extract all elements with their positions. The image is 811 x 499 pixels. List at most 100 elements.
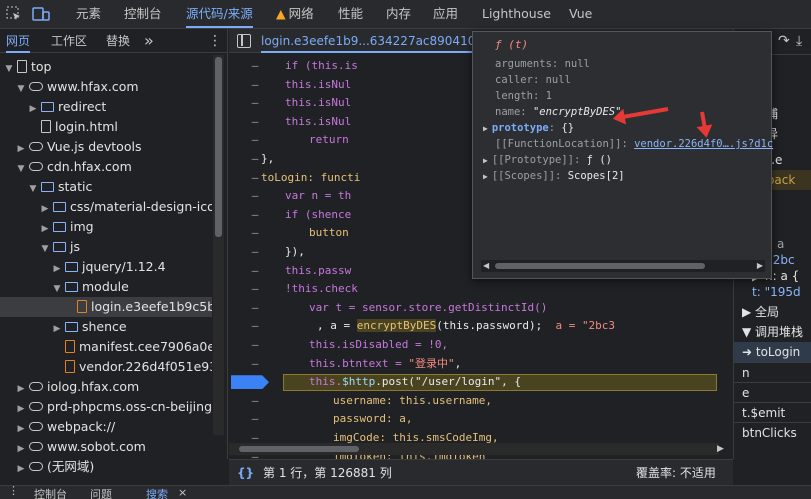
disclosure-triangle-icon[interactable]: ▼ (16, 159, 26, 177)
tree-item[interactable]: ▶ prd-phpcms.oss-cn-beijing.a (0, 397, 212, 417)
debugger-panel-row[interactable]: ▶ 全局 (734, 302, 811, 322)
disclosure-triangle-icon[interactable]: ▼ (52, 279, 62, 297)
navigator-scrollbar[interactable] (213, 55, 224, 435)
drawer-tab-console[interactable]: 控制台 (34, 486, 67, 499)
tree-item[interactable]: ▼ js (0, 237, 212, 257)
tree-item[interactable]: ▶ css/material-design-icor (0, 197, 212, 217)
disclosure-triangle-icon[interactable]: ▶ (16, 399, 26, 417)
editor-hscrollbar[interactable]: ▶ (229, 443, 724, 455)
tab-page[interactable]: 网页 (6, 29, 31, 53)
devtools-tab[interactable]: 元素 (76, 0, 101, 28)
pretty-print-icon[interactable]: {} (237, 460, 254, 486)
disclosure-triangle-icon[interactable]: ▼ (4, 59, 14, 77)
tree-item[interactable]: ▶ img (0, 217, 212, 237)
breakpoint-marker[interactable] (231, 375, 269, 390)
expand-triangle-icon[interactable]: ▶ (483, 172, 488, 181)
disclosure-triangle-icon[interactable]: ▶ (16, 379, 26, 397)
debugger-panel-row[interactable]: btnClicks (734, 422, 811, 442)
tree-item[interactable]: login.e3eefe1b9c5b (0, 297, 212, 317)
popover-property[interactable]: length: 1 (495, 88, 552, 104)
debugger-panel-row[interactable]: ▼ 调用堆栈 (734, 322, 811, 342)
tab-overrides[interactable]: 替换 (106, 29, 130, 53)
kebab-menu-icon[interactable]: ⋮ (208, 29, 222, 53)
tree-item-label: www.sobot.com (47, 439, 146, 454)
popover-property[interactable]: ▶ [[Scopes]]: Scopes[2] (483, 168, 625, 184)
popover-property[interactable]: caller: null (495, 72, 571, 88)
step-over-icon[interactable]: ↷ (778, 33, 790, 49)
tree-item[interactable]: ▼ top (0, 57, 212, 77)
popover-scrollbar[interactable]: ◀ ▶ (481, 260, 765, 272)
tree-item[interactable]: ▶ www.sobot.com (0, 437, 212, 457)
tree-item[interactable]: ▶ shence (0, 317, 212, 337)
disclosure-triangle-icon[interactable]: ▶ (52, 319, 62, 337)
disclosure-triangle-icon[interactable]: ▶ (16, 419, 26, 437)
inspect-element-icon[interactable] (6, 6, 24, 24)
tree-item[interactable]: ▶ iolog.hfax.com (0, 377, 212, 397)
expand-triangle-icon[interactable]: ▶ (483, 156, 488, 165)
more-tabs-icon[interactable]: » (144, 29, 154, 53)
devtools-tab[interactable]: 源代码/来源 (186, 0, 253, 28)
step-into-icon[interactable]: ⤓ (796, 33, 802, 49)
devtools-tab[interactable]: 应用 (433, 0, 458, 28)
scroll-right-icon[interactable]: ▶ (757, 260, 763, 272)
popover-property[interactable]: name: "encryptByDES" (495, 104, 621, 120)
disclosure-triangle-icon[interactable]: ▼ (28, 179, 38, 197)
scroll-left-icon[interactable]: ◀ (483, 260, 489, 272)
debugger-panel-row[interactable]: t: "195d (734, 282, 811, 302)
function-location-link[interactable]: vendor.226d4f0….js?d1c (634, 138, 773, 150)
device-toolbar-icon[interactable] (32, 6, 50, 24)
devtools-tab[interactable]: Vue (569, 0, 592, 28)
tree-item[interactable]: vendor.226d4f051e93 (0, 357, 212, 377)
tree-item[interactable]: ▼ module (0, 277, 212, 297)
cloud-icon (29, 82, 43, 91)
debugger-panel-row[interactable]: n (734, 362, 811, 382)
devtools-tab[interactable]: 控制台 (124, 0, 162, 28)
disclosure-triangle-icon[interactable]: ▶ (40, 219, 50, 237)
editor-file-tab[interactable]: login.e3eefe1b9...634227ac890410 (261, 29, 476, 53)
disclosure-triangle-icon[interactable]: ▶ (28, 99, 38, 117)
expand-triangle-icon[interactable]: ▶ (483, 124, 488, 133)
tree-item[interactable]: login.html (0, 117, 212, 137)
popover-scroll-thumb[interactable] (495, 263, 705, 269)
popover-property[interactable]: arguments: null (495, 56, 590, 72)
code-text: this.isNul (285, 94, 351, 113)
devtools-tab[interactable]: 内存 (386, 0, 411, 28)
devtools-tab[interactable]: 性能 (338, 0, 363, 28)
close-search-icon[interactable]: × (178, 486, 187, 499)
disclosure-triangle-icon[interactable]: ▼ (40, 239, 50, 257)
scrollbar-thumb[interactable] (215, 57, 222, 237)
line-gutter-marker: – (251, 59, 259, 72)
disclosure-triangle-icon[interactable]: ▶ (16, 439, 26, 457)
debugger-panel-row[interactable]: t.$emit (734, 402, 811, 422)
tree-item[interactable]: ▼ www.hfax.com (0, 77, 212, 97)
tab-workspace[interactable]: 工作区 (51, 29, 87, 53)
tree-item[interactable]: ▶ redirect (0, 97, 212, 117)
popover-property[interactable]: ▶ [[Prototype]]: ƒ () (483, 152, 612, 168)
tree-item[interactable]: ▶ Vue.js devtools (0, 137, 212, 157)
drawer-tab-issues[interactable]: 问题 (90, 486, 112, 499)
devtools-tab[interactable]: ▲ 网络 (276, 0, 314, 28)
disclosure-triangle-icon[interactable]: ▶ (16, 139, 26, 157)
devtools-tab[interactable]: Lighthouse (482, 0, 551, 28)
tree-item[interactable]: ▶ (无网域) (0, 457, 212, 477)
tree-item[interactable]: ▼ cdn.hfax.com (0, 157, 212, 177)
tree-item[interactable]: ▼ static (0, 177, 212, 197)
disclosure-triangle-icon[interactable]: ▶ (16, 459, 26, 477)
popover-property[interactable]: [[FunctionLocation]]: vendor.226d4f0….js… (495, 136, 773, 152)
disclosure-triangle-icon[interactable]: ▶ (52, 259, 62, 277)
disclosure-triangle-icon[interactable]: ▶ (40, 199, 50, 217)
toggle-navigator-icon[interactable] (237, 34, 251, 48)
scroll-right-icon[interactable]: ▶ (717, 443, 729, 455)
folder-icon (65, 321, 78, 332)
tree-item[interactable]: ▶ webpack:// (0, 417, 212, 437)
tree-item-label: static (58, 179, 93, 194)
tree-item[interactable]: ▶ jquery/1.12.4 (0, 257, 212, 277)
disclosure-triangle-icon[interactable]: ▼ (16, 79, 26, 97)
debugger-panel-row[interactable]: ➜ toLogin (734, 342, 811, 362)
drawer-kebab-icon[interactable]: ⋮ (8, 486, 19, 497)
popover-property[interactable]: ▶ prototype: {} (483, 120, 574, 136)
tree-item[interactable]: manifest.cee7906a0e5 (0, 337, 212, 357)
drawer-tab-search[interactable]: 搜索 (146, 486, 168, 499)
hscroll-thumb[interactable] (239, 446, 359, 452)
debugger-panel-row[interactable]: e (734, 382, 811, 402)
